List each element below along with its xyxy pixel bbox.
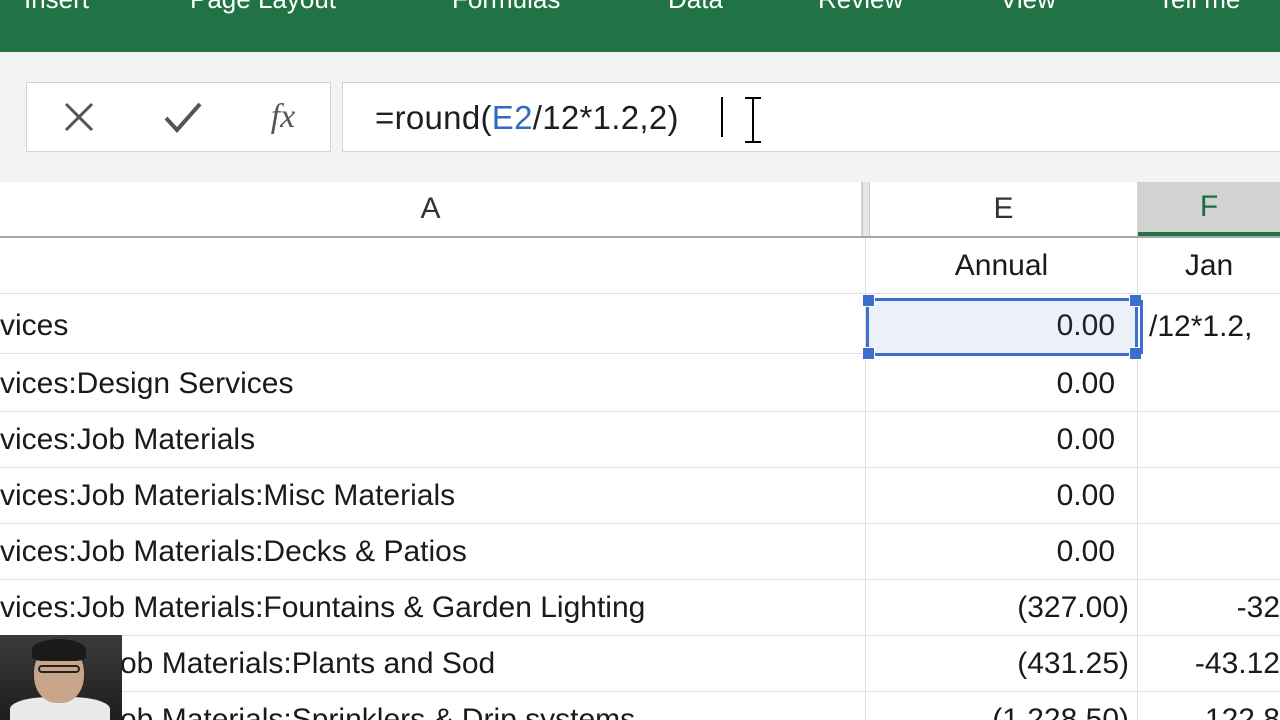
table-row: vices:Job Materials:Decks & Patios 0.00: [0, 524, 1280, 580]
table-row: vices:Job Materials:Fountains & Garden L…: [0, 580, 1280, 636]
cell-f8[interactable]: -43.12: [1138, 636, 1280, 691]
cell-a2[interactable]: vices: [0, 298, 866, 353]
tab-view[interactable]: View: [1000, 0, 1056, 15]
column-headers: A E F: [0, 182, 1280, 238]
webcam-overlay: [0, 635, 122, 720]
table-row: ob Materials:Sprinklers & Drip systems (…: [0, 692, 1280, 720]
cell-f1[interactable]: Jan: [1138, 238, 1280, 293]
formula-cell-reference: E2: [491, 99, 533, 136]
cell-a5[interactable]: vices:Job Materials:Misc Materials: [0, 468, 866, 523]
column-header-e[interactable]: E: [870, 182, 1138, 236]
table-row: vices 0.00: [0, 298, 1280, 354]
check-icon: [164, 102, 202, 133]
freeze-pane-splitter[interactable]: [862, 182, 870, 236]
table-row: vices:Job Materials 0.00: [0, 412, 1280, 468]
cell-a4[interactable]: vices:Job Materials: [0, 412, 866, 467]
in-cell-editor[interactable]: /12*1.2,: [1140, 300, 1280, 354]
cell-e5[interactable]: 0.00: [866, 468, 1138, 523]
cell-e1[interactable]: Annual: [866, 238, 1138, 293]
table-row: vices:Design Services 0.00: [0, 356, 1280, 412]
cell-f4[interactable]: [1138, 412, 1280, 467]
cell-a1[interactable]: [0, 238, 866, 293]
table-row: ob Materials:Plants and Sod (431.25) -43…: [0, 636, 1280, 692]
formula-input[interactable]: =round(E2/12*1.2,2): [342, 82, 1280, 152]
cell-e4[interactable]: 0.00: [866, 412, 1138, 467]
cell-a9[interactable]: ob Materials:Sprinklers & Drip systems: [0, 692, 866, 720]
cell-e6[interactable]: 0.00: [866, 524, 1138, 579]
cell-f5[interactable]: [1138, 468, 1280, 523]
formula-text: =round(E2/12*1.2,2): [375, 99, 679, 137]
cell-e7[interactable]: (327.00): [866, 580, 1138, 635]
tab-review[interactable]: Review: [818, 0, 903, 15]
function-icon: fx: [270, 98, 296, 135]
formula-buttons: fx: [26, 82, 331, 152]
tab-data[interactable]: Data: [668, 0, 723, 15]
column-header-a[interactable]: A: [0, 182, 862, 236]
ribbon-tab-bar: Insert Page Layout Formulas Data Review …: [0, 0, 1280, 52]
table-row: vices:Job Materials:Misc Materials 0.00: [0, 468, 1280, 524]
worksheet-grid: Annual Jan vices 0.00 vices:Design Servi…: [0, 238, 1280, 720]
cell-e9[interactable]: (1,228.50): [866, 692, 1138, 720]
cell-e3[interactable]: 0.00: [866, 356, 1138, 411]
cell-a7[interactable]: vices:Job Materials:Fountains & Garden L…: [0, 580, 866, 635]
formula-suffix: /12*1.2,2): [532, 99, 679, 136]
tab-formulas[interactable]: Formulas: [452, 0, 560, 15]
tab-tell-me[interactable]: Tell me: [1158, 0, 1240, 15]
cell-a6[interactable]: vices:Job Materials:Decks & Patios: [0, 524, 866, 579]
cell-e2[interactable]: 0.00: [866, 298, 1138, 353]
table-row: Annual Jan: [0, 238, 1280, 294]
presenter-hair: [32, 639, 86, 661]
cell-f6[interactable]: [1138, 524, 1280, 579]
presenter-glasses: [38, 665, 80, 673]
insert-function-button[interactable]: fx: [255, 83, 311, 151]
column-header-f[interactable]: F: [1138, 182, 1280, 236]
text-caret: [721, 97, 723, 137]
cell-a8[interactable]: ob Materials:Plants and Sod: [0, 636, 866, 691]
cell-f3[interactable]: [1138, 356, 1280, 411]
cell-a3[interactable]: vices:Design Services: [0, 356, 866, 411]
cancel-button[interactable]: [51, 83, 107, 151]
formula-prefix: =round(: [375, 99, 492, 136]
cell-f9[interactable]: -122.8: [1138, 692, 1280, 720]
cell-e8[interactable]: (431.25): [866, 636, 1138, 691]
ibeam-cursor-icon: [745, 97, 761, 143]
tab-insert[interactable]: Insert: [24, 0, 89, 15]
enter-button[interactable]: [155, 83, 211, 151]
tab-page-layout[interactable]: Page Layout: [190, 0, 336, 15]
close-icon: [64, 102, 94, 132]
cell-f7[interactable]: -32: [1138, 580, 1280, 635]
